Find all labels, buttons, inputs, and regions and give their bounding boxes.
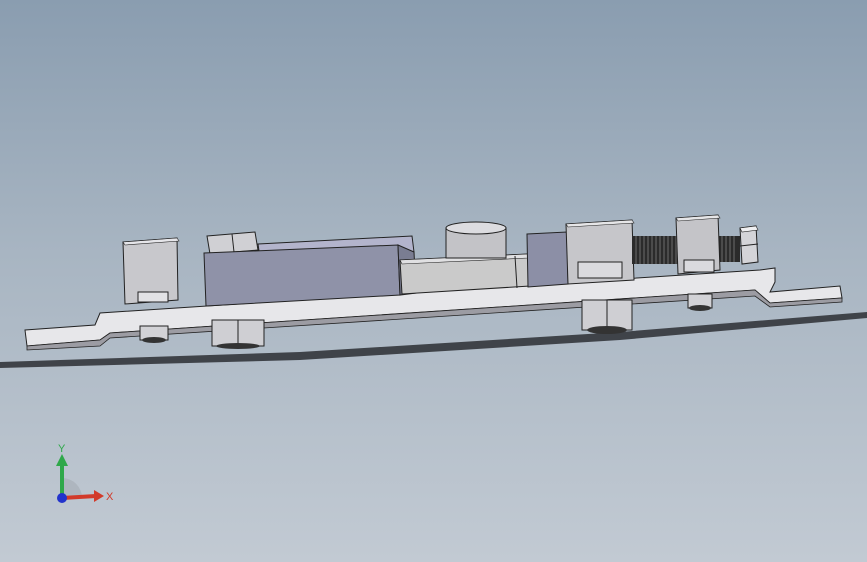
graphics-viewport[interactable]: Y X <box>0 0 867 562</box>
clamp-block[interactable] <box>565 219 635 285</box>
y-axis-arrow-head <box>56 454 68 466</box>
mounting-bolt-right[interactable] <box>581 299 633 334</box>
coordinate-triad-icon: Y X <box>56 443 114 503</box>
x-axis-arrow <box>61 494 97 500</box>
x-axis-arrow-head <box>94 490 104 502</box>
hex-bolt-head[interactable] <box>739 225 759 265</box>
nut[interactable] <box>675 214 721 275</box>
cylinder-boss[interactable] <box>445 221 507 259</box>
spacer-block[interactable] <box>526 231 569 288</box>
x-axis-label: X <box>106 491 114 503</box>
z-axis-dot <box>57 493 67 503</box>
mounting-bolt-far-right[interactable] <box>687 293 713 311</box>
mounting-bolt-mid[interactable] <box>211 319 265 349</box>
3d-model-view[interactable] <box>0 0 867 562</box>
mounting-bolt-left[interactable] <box>139 325 169 343</box>
y-axis-label: Y <box>58 443 66 455</box>
left-bracket[interactable] <box>122 237 180 305</box>
